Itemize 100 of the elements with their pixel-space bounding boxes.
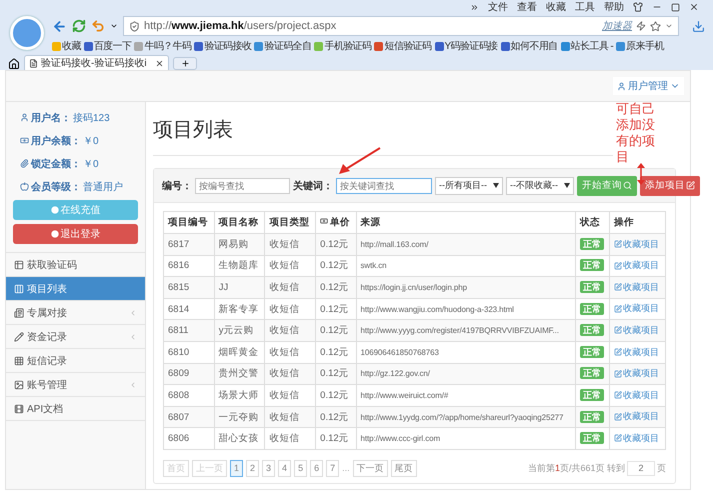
circle-icon <box>50 206 58 214</box>
dropdown[interactable]: --不限收藏-- <box>506 176 574 194</box>
table-cell: http://www.weiruict.com/# <box>356 384 576 406</box>
home-icon[interactable] <box>8 58 20 70</box>
field-label: 关键词： <box>293 180 333 192</box>
page-link[interactable]: 2 <box>246 460 260 477</box>
column-header: 项目编号 <box>164 212 214 234</box>
page-link[interactable]: 7 <box>326 460 340 477</box>
table-cell: 场景大师 <box>214 384 265 406</box>
new-tab-button[interactable] <box>173 57 197 70</box>
plus-icon <box>180 59 190 68</box>
edit-icon <box>686 181 695 190</box>
page-link[interactable]: 尾页 <box>390 460 417 477</box>
sidebar-item[interactable]: 项目列表 <box>6 276 145 300</box>
page-link[interactable]: 4 <box>278 460 292 477</box>
edit-icon <box>614 326 622 334</box>
more-icon[interactable] <box>470 2 479 12</box>
table-cell: 0.12元 <box>316 276 356 298</box>
sidebar-item[interactable]: 专属对接 <box>6 300 145 324</box>
refresh-icon[interactable] <box>72 19 86 33</box>
keyword-field[interactable]: 按关键词查找 <box>336 178 432 194</box>
menu-item[interactable]: 帮助 <box>604 0 624 14</box>
sidebar-button[interactable]: 退出登录 <box>13 224 138 244</box>
bookmark-item[interactable]: 手机验证码 <box>314 39 372 53</box>
menu-icon <box>14 260 24 270</box>
sidebar-item[interactable]: 资金记录 <box>6 324 145 348</box>
bookmark-item[interactable]: 如何不用自 <box>500 39 558 53</box>
annotation-note: 可自己添加没有的项目 <box>616 101 655 165</box>
menu-item[interactable]: 收藏 <box>546 0 566 14</box>
status-badge: 正常 <box>580 280 604 293</box>
add-project-button[interactable]: 添加项目 <box>640 176 700 196</box>
bookmark-item[interactable]: 百度一下 <box>84 39 132 53</box>
table-cell: 收短信 <box>264 276 316 298</box>
page-link[interactable]: 5 <box>294 460 308 477</box>
user-menu[interactable]: 用户管理 <box>613 77 684 95</box>
table-cell: 甜心女孩 <box>214 428 265 450</box>
table-cell: 6806 <box>164 428 214 450</box>
maximize-icon[interactable] <box>671 2 680 12</box>
page-link[interactable]: 下一页 <box>352 460 388 477</box>
status-badge: 正常 <box>580 302 604 315</box>
info-label: 锁定金额： <box>31 157 81 170</box>
status-badge: 正常 <box>580 367 604 380</box>
sidebar-item[interactable]: API文档 <box>6 396 145 420</box>
column-header: 来源 <box>356 212 576 234</box>
edit-icon <box>614 348 622 356</box>
url-text: http://www.jiema.hk/users/project.aspx <box>144 20 338 32</box>
bookmark-item[interactable]: 短信验证码 <box>374 39 432 53</box>
goto-field[interactable]: 2 <box>627 460 655 476</box>
menu-icon <box>14 308 24 318</box>
search-icon <box>623 181 632 190</box>
info-label: 用户名： <box>31 111 71 124</box>
table-cell: http://www.ccc-girl.com <box>356 428 576 450</box>
dropdown[interactable]: --所有项目-- <box>435 176 503 194</box>
back-icon[interactable] <box>52 18 67 34</box>
search-button[interactable]: 开始查询 <box>577 176 637 196</box>
edit-icon <box>614 434 622 442</box>
star-icon[interactable] <box>650 20 661 32</box>
bookmark-item[interactable]: 牛吗？牛码 <box>134 39 192 53</box>
status-badge: 正常 <box>580 259 604 272</box>
bookmark-item[interactable]: 收藏 <box>52 39 81 53</box>
bookmark-item[interactable]: 站长工具 - <box>560 39 614 53</box>
menu-item[interactable]: 查看 <box>517 0 537 14</box>
status-badge: 正常 <box>580 432 604 444</box>
browser-tab[interactable]: 验证码接收-验证码接收i <box>24 55 169 70</box>
address-bar[interactable]: http://www.jiema.hk/users/project.aspx 加速器 <box>123 16 679 36</box>
lightning-icon[interactable] <box>636 21 646 31</box>
sidebar-item[interactable]: 账号管理 <box>6 372 145 396</box>
page-link[interactable]: 3 <box>262 460 276 477</box>
info-icon <box>20 113 29 122</box>
table-cell: 收短信 <box>264 341 316 364</box>
info-icon <box>20 136 29 145</box>
bookmark-item[interactable]: 验证码接收 <box>194 39 252 53</box>
money-icon <box>320 217 328 225</box>
caret-icon <box>564 183 570 188</box>
table-cell: 6808 <box>164 384 214 406</box>
sidebar-item[interactable]: 短信记录 <box>6 348 145 372</box>
annotation-arrow <box>637 163 645 185</box>
bookmark-item[interactable]: 验证码全自 <box>254 39 312 53</box>
caret-icon <box>493 183 499 188</box>
caret-icon[interactable] <box>110 22 118 30</box>
status-badge: 正常 <box>580 238 604 250</box>
circle-icon <box>50 230 58 238</box>
menu-item[interactable]: 工具 <box>575 0 595 14</box>
table-cell: 6810 <box>164 341 214 364</box>
page-link[interactable]: 1 <box>230 460 244 477</box>
table-cell: y元云购 <box>214 320 265 342</box>
bookmark-item[interactable]: Y码验证码接 <box>434 39 498 53</box>
info-value: 普通用户 <box>83 180 123 194</box>
table-cell: http://www.yyyg.com/register/4197BQRRVVIBFZUAIMF... <box>356 320 576 342</box>
edit-icon <box>614 412 622 421</box>
download-icon[interactable] <box>692 20 705 32</box>
shirt-icon[interactable] <box>633 2 643 12</box>
page-link[interactable]: 6 <box>310 460 324 477</box>
close-icon[interactable] <box>155 58 164 68</box>
menu-item[interactable]: 文件 <box>488 0 508 14</box>
close-icon[interactable] <box>689 2 699 12</box>
accelerator-link[interactable]: 加速器 <box>602 19 632 33</box>
id-field[interactable]: 按编号查找 <box>195 178 290 194</box>
menu-icon <box>14 356 24 366</box>
bookmark-item[interactable]: 原来手机 <box>616 39 664 53</box>
